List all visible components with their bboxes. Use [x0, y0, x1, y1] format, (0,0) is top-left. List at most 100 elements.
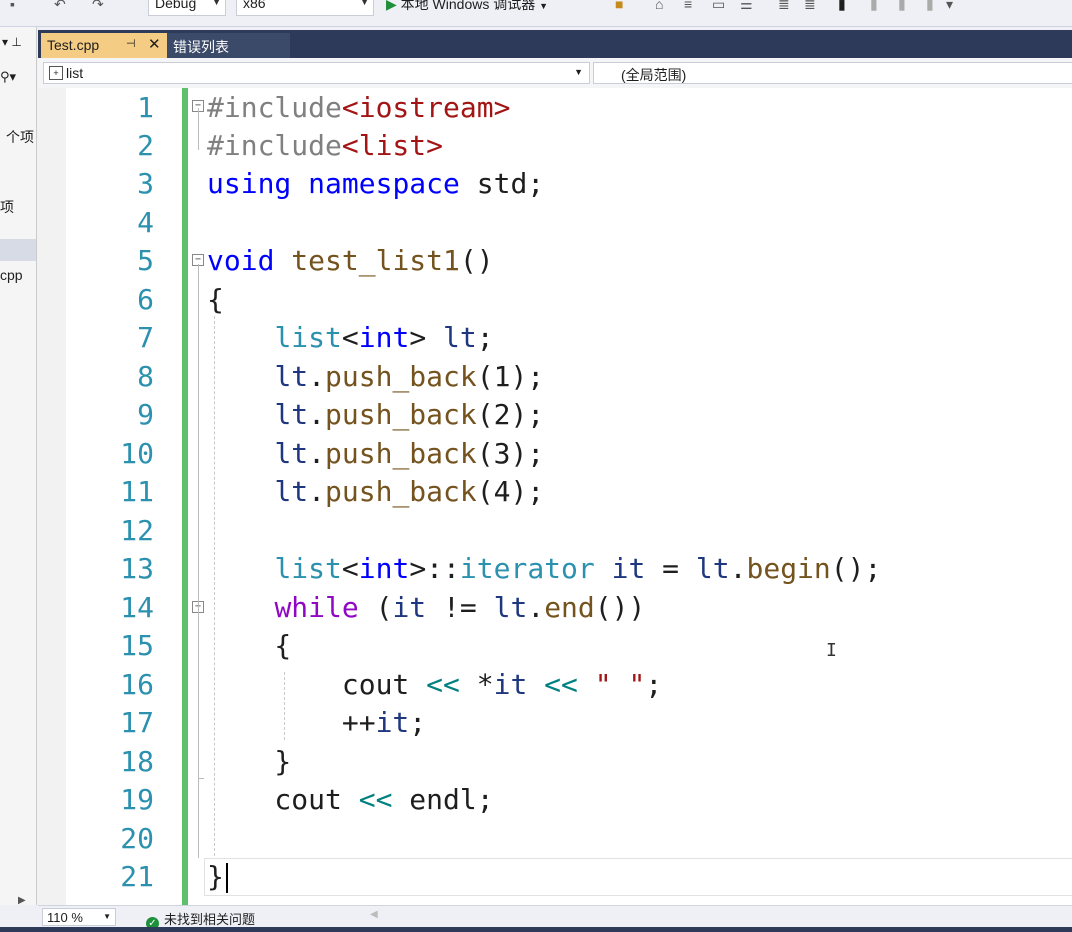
line-number: 14 — [120, 591, 154, 624]
project-icon: + — [49, 66, 63, 80]
global-scope-dropdown[interactable]: (全局范围) — [593, 62, 1072, 84]
line-number: 18 — [120, 745, 154, 778]
project-scope-dropdown[interactable]: + list ▼ — [43, 62, 590, 84]
overflow-icon[interactable]: ▾ — [946, 0, 953, 13]
code-line[interactable]: while (it != lt.end()) — [207, 589, 645, 627]
document-tabs: Test.cpp ⊣ ✕ 错误列表 — [38, 30, 1072, 58]
line-number: 8 — [137, 360, 154, 393]
indent-icon[interactable]: ☰ — [740, 0, 753, 13]
code-line[interactable]: lt.push_back(2); — [207, 396, 544, 434]
text-caret — [226, 863, 228, 893]
code-line[interactable]: { — [207, 281, 224, 319]
change-tracking-bar — [182, 88, 188, 905]
bookmark-icon[interactable]: ▮ — [838, 0, 846, 13]
fold-line-end — [198, 778, 204, 779]
close-icon[interactable]: ✕ — [148, 35, 161, 53]
line-number: 7 — [137, 321, 154, 354]
line-number: 4 — [137, 206, 154, 239]
chevron-down-icon: ▼ — [103, 912, 111, 921]
chevron-down-icon: ▼ — [574, 67, 583, 77]
line-number: 21 — [120, 860, 154, 893]
redo-icon[interactable]: ↷ — [92, 0, 104, 13]
code-line[interactable]: ++it; — [207, 704, 426, 742]
tree-item-text[interactable]: 个项 — [6, 127, 34, 147]
code-line[interactable]: lt.push_back(3); — [207, 435, 544, 473]
ibeam-cursor-icon: I — [826, 640, 837, 661]
line-number: 9 — [137, 398, 154, 431]
tab-error-list[interactable]: 错误列表 — [167, 33, 290, 58]
code-line[interactable]: list<int> lt; — [207, 319, 493, 357]
scroll-left-icon[interactable]: ▶ — [18, 895, 26, 905]
current-line-highlight — [204, 858, 1072, 896]
zoom-value: 110 % — [47, 910, 83, 925]
editor-status-bar: 110 % ▼ ✓ 未找到相关问题 ◀ — [38, 905, 1072, 930]
line-number: 15 — [120, 629, 154, 662]
line-number: 6 — [137, 283, 154, 316]
line-number: 10 — [120, 437, 154, 470]
line-number: 12 — [120, 514, 154, 547]
line-number: 5 — [137, 244, 154, 277]
line-number: 13 — [120, 552, 154, 585]
pin-icon[interactable]: ▾ ⊥ — [2, 35, 22, 49]
indicator-margin[interactable] — [38, 88, 66, 905]
chevron-down-icon: ▼ — [212, 0, 221, 7]
navigation-bar: + list ▼ (全局范围) — [38, 58, 1072, 89]
solution-explorer-panel: ▾ ⊥ ⚲▾ 个项 项 cpp ▶ — [0, 27, 37, 905]
pin-icon[interactable]: ⊣ — [126, 37, 136, 50]
config-value: Debug — [155, 0, 197, 11]
layout-icon[interactable]: ▭ — [712, 0, 725, 13]
uncomment-icon[interactable]: ≣ — [804, 0, 816, 13]
bookmark-prev-icon[interactable]: ▮ — [870, 0, 878, 13]
comment-icon[interactable]: ≣ — [778, 0, 790, 13]
save-icon[interactable]: ▪ — [10, 0, 15, 12]
search-icon[interactable]: ⚲▾ — [0, 69, 16, 85]
code-line[interactable]: list<int>::iterator it = lt.begin(); — [207, 550, 881, 588]
platform-value: x86 — [243, 0, 266, 11]
code-line[interactable]: #include<list> — [207, 127, 443, 165]
code-line[interactable]: } — [207, 858, 224, 896]
code-line[interactable]: lt.push_back(4); — [207, 473, 544, 511]
find-icon[interactable]: ■ — [615, 0, 623, 12]
code-line[interactable]: { — [207, 627, 291, 665]
line-number: 19 — [120, 783, 154, 816]
format-icon[interactable]: ≡ — [684, 0, 692, 12]
line-number: 1 — [137, 91, 154, 124]
scope-right-value: (全局范围) — [621, 67, 687, 83]
line-number: 3 — [137, 167, 154, 200]
code-editor[interactable]: 1 2 3 4 5 6 7 8 9 10 11 12 13 14 15 16 1… — [38, 88, 1072, 905]
run-label: 本地 Windows 调试器 — [400, 0, 536, 12]
scroll-left-icon[interactable]: ◀ — [370, 909, 378, 920]
line-number: 2 — [137, 129, 154, 162]
tree-item-text[interactable]: cpp — [0, 267, 23, 283]
fold-line — [198, 612, 199, 778]
home-icon[interactable]: ⌂ — [655, 0, 663, 12]
code-line[interactable]: void test_list1() — [207, 242, 494, 280]
config-select[interactable]: Debug ▼ — [148, 0, 226, 16]
code-line[interactable]: } — [207, 743, 291, 781]
bookmark-clear-icon[interactable]: ▮ — [926, 0, 934, 13]
zoom-select[interactable]: 110 % ▼ — [42, 908, 116, 926]
tab-label: Test.cpp — [47, 37, 100, 53]
tree-item-selected[interactable] — [0, 239, 36, 261]
code-line[interactable]: lt.push_back(1); — [207, 358, 544, 396]
window-bottom-border — [0, 927, 1072, 932]
issues-text: 未找到相关问题 — [164, 912, 256, 927]
toolbar: ▪ ↶ ↷ Debug ▼ x86 ▼ ▶ 本地 Windows 调试器 ▼ ■… — [0, 0, 1072, 27]
line-number: 11 — [120, 475, 154, 508]
code-line[interactable]: cout << endl; — [207, 781, 493, 819]
tab-test-cpp[interactable]: Test.cpp ⊣ ✕ — [41, 33, 167, 58]
scope-left-value: list — [66, 65, 84, 81]
code-line[interactable]: cout << *it << " "; — [207, 666, 662, 704]
bookmark-next-icon[interactable]: ▮ — [898, 0, 906, 13]
platform-select[interactable]: x86 ▼ — [236, 0, 374, 16]
line-number: 20 — [120, 822, 154, 855]
run-debugger-button[interactable]: ▶ 本地 Windows 调试器 ▼ — [386, 0, 548, 14]
tree-item-text[interactable]: 项 — [0, 197, 14, 217]
code-line[interactable]: #include<iostream> — [207, 89, 510, 127]
chevron-down-icon: ▼ — [360, 0, 369, 7]
fold-line — [198, 108, 199, 150]
code-line[interactable]: using namespace std; — [207, 165, 544, 203]
undo-icon[interactable]: ↶ — [54, 0, 66, 13]
line-number: 16 — [120, 668, 154, 701]
line-number: 17 — [120, 706, 154, 739]
